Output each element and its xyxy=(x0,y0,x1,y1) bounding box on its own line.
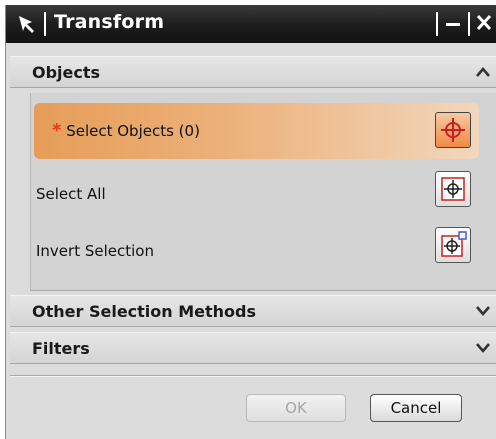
title-separator xyxy=(468,12,470,36)
section-title: Filters xyxy=(32,339,90,358)
filters-header[interactable]: Filters xyxy=(10,332,496,364)
objects-section-header[interactable]: Objects xyxy=(10,56,496,88)
chevron-up-icon[interactable] xyxy=(473,62,493,82)
other-selection-methods-header[interactable]: Other Selection Methods xyxy=(10,295,496,327)
select-objects-text: Select Objects (0) xyxy=(66,122,200,140)
close-button[interactable] xyxy=(474,11,496,37)
ok-button[interactable]: OK xyxy=(246,394,346,422)
dialog-title: Transform xyxy=(54,11,165,33)
invert-crosshair-icon xyxy=(441,231,467,257)
select-arrow-icon xyxy=(19,16,34,33)
select-objects-button[interactable] xyxy=(435,112,471,148)
title-separator xyxy=(436,12,438,36)
crosshair-icon xyxy=(441,118,465,142)
invert-selection-button[interactable] xyxy=(435,227,471,263)
select-all-button[interactable] xyxy=(435,171,471,207)
section-title: Objects xyxy=(32,63,101,82)
invert-selection-label: Invert Selection xyxy=(36,242,154,260)
section-title: Other Selection Methods xyxy=(32,302,257,321)
select-objects-label[interactable]: * Select Objects (0) xyxy=(52,120,200,141)
footer-divider-highlight xyxy=(10,376,496,377)
chevron-down-icon[interactable] xyxy=(473,301,493,321)
transform-dialog: Transform Objects * Select Objects (0) S… xyxy=(5,5,496,439)
title-bar[interactable]: Transform xyxy=(6,5,496,43)
close-icon xyxy=(476,14,492,31)
minimize-button[interactable] xyxy=(444,11,462,35)
title-separator xyxy=(44,12,46,36)
select-all-label: Select All xyxy=(36,185,106,203)
crosshair-icon xyxy=(441,177,465,201)
cancel-button[interactable]: Cancel xyxy=(370,394,462,422)
required-marker: * xyxy=(52,120,62,141)
chevron-down-icon[interactable] xyxy=(473,338,493,358)
